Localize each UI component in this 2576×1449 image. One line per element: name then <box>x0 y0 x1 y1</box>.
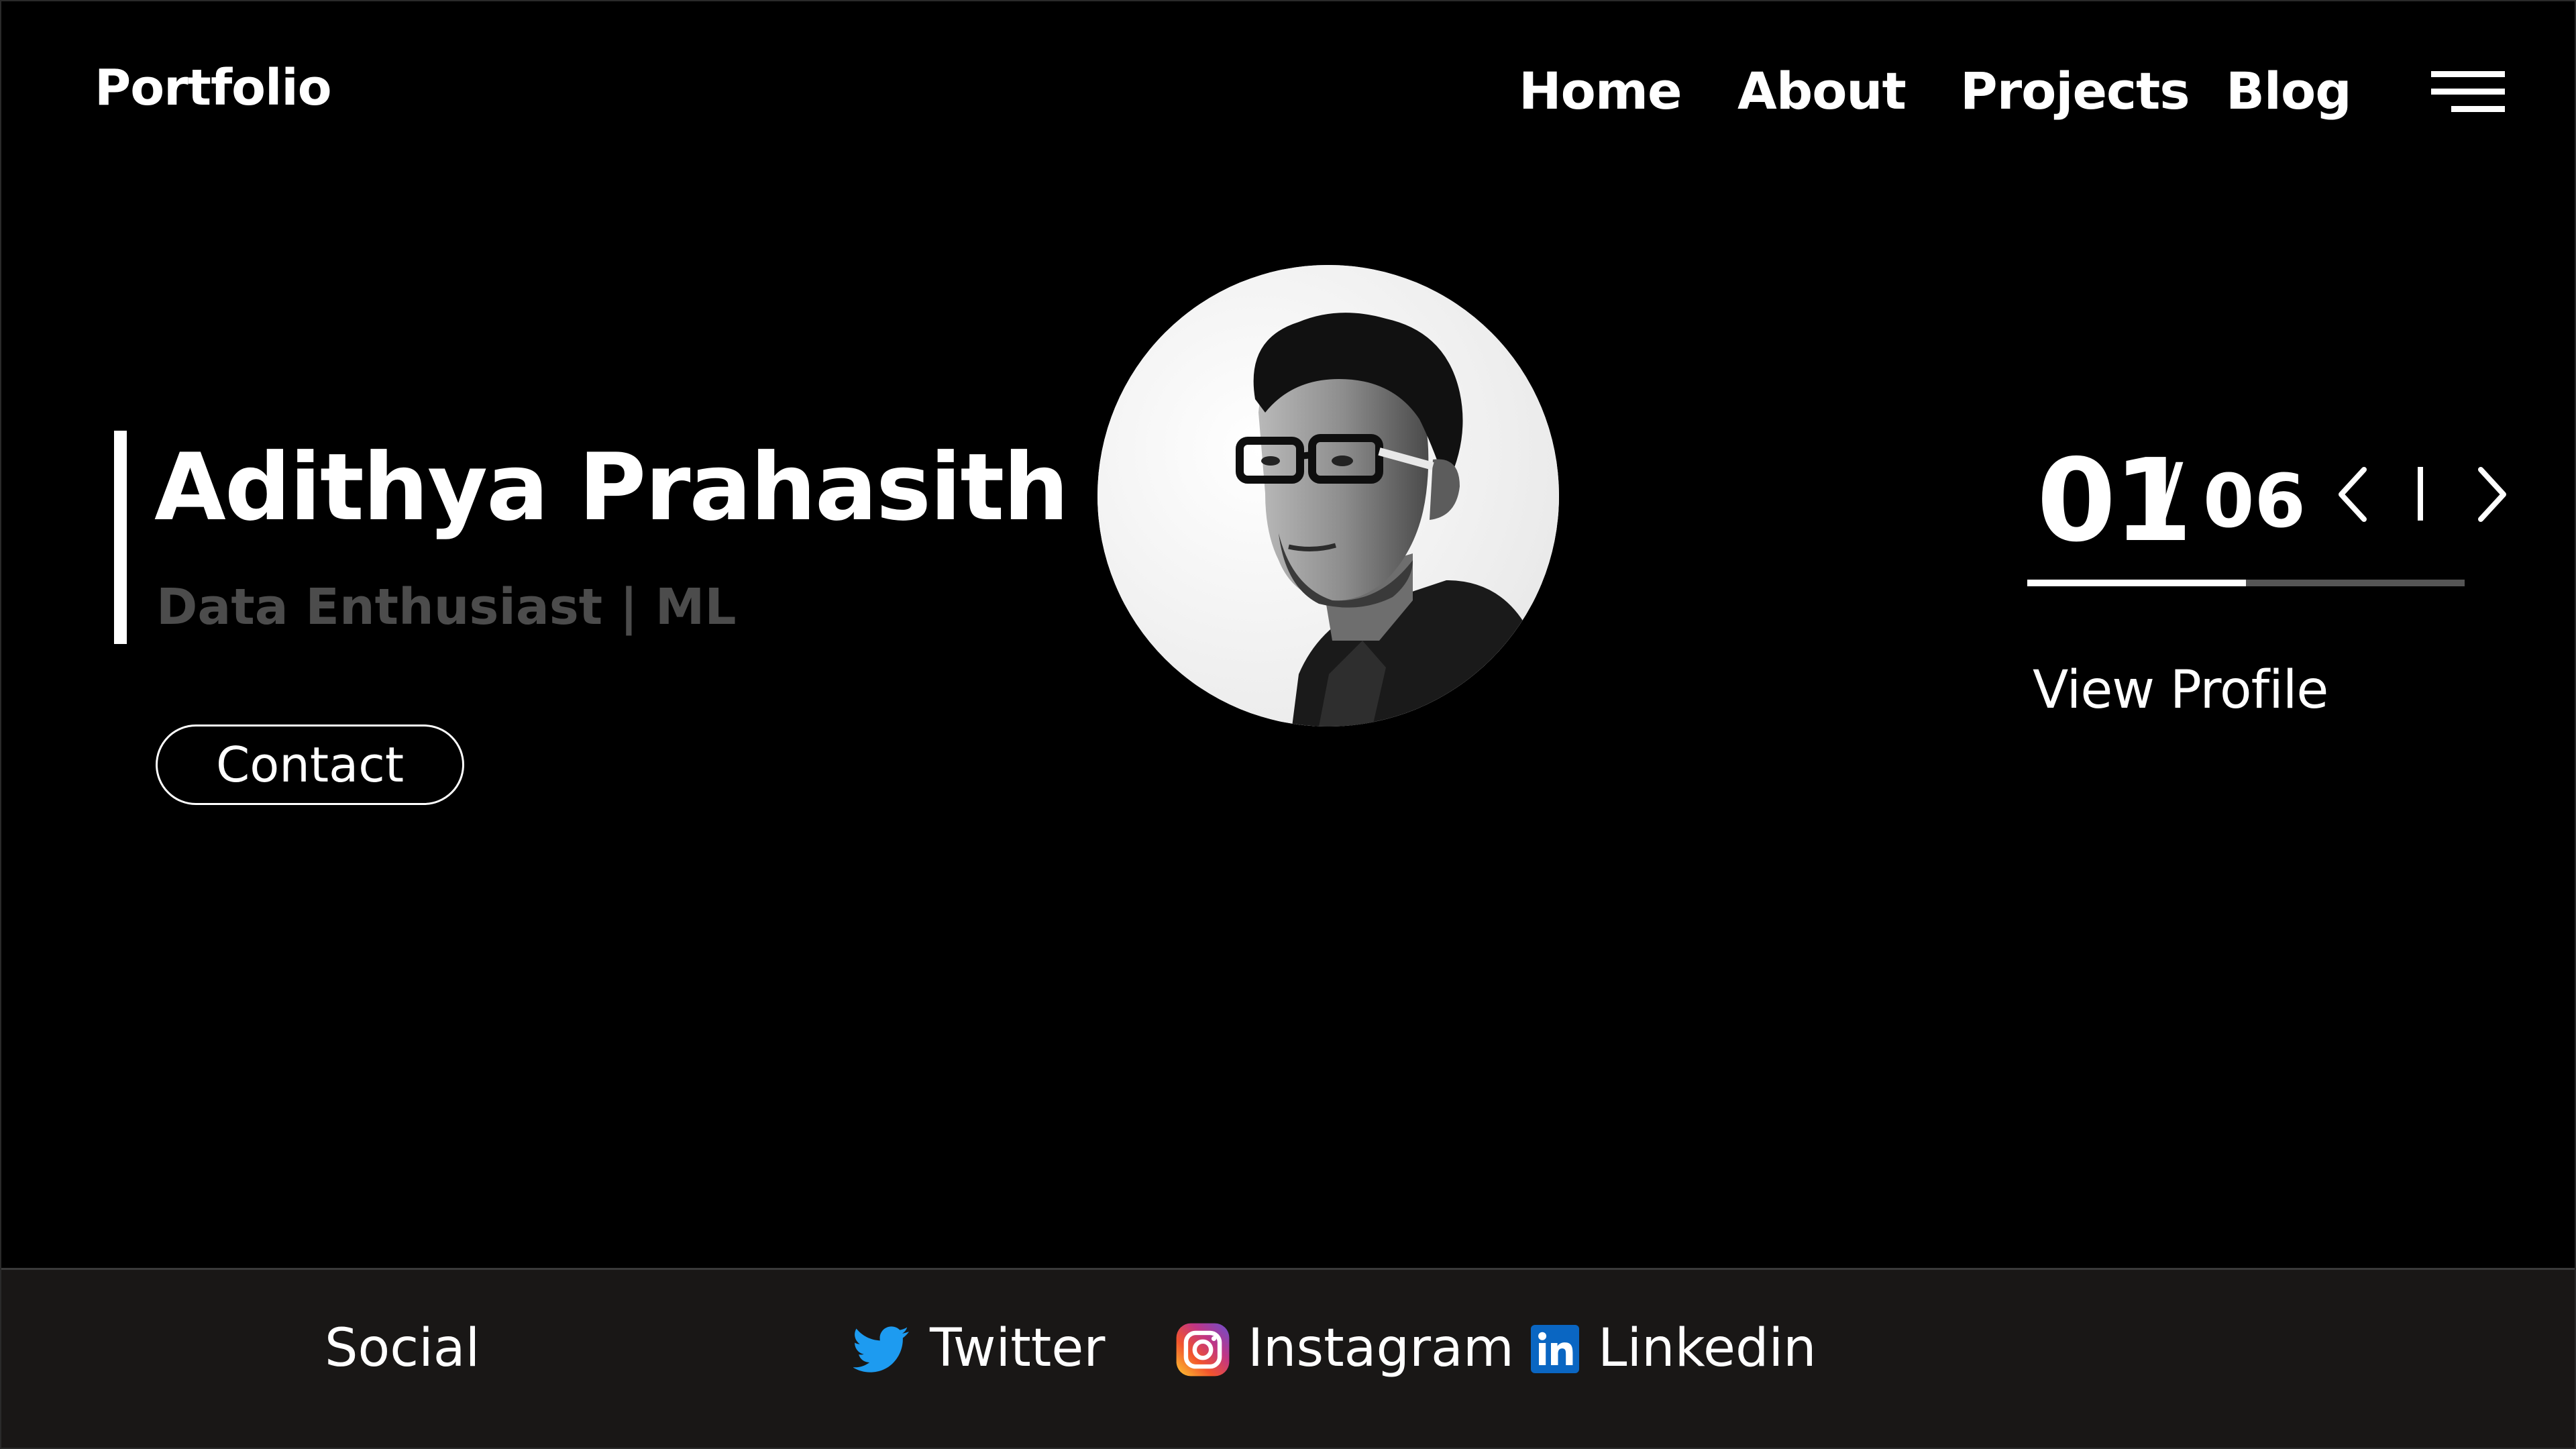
slide-total-number: 06 <box>2203 458 2306 544</box>
chevron-left-svg <box>2339 467 2367 522</box>
menu-line-3 <box>2451 106 2505 112</box>
linkedin-icon-svg <box>1531 1325 1579 1373</box>
nav-about-link[interactable]: About <box>1737 66 1907 117</box>
nav-projects-link[interactable]: Projects <box>1960 66 2190 117</box>
chevron-right-icon[interactable] <box>2471 464 2512 525</box>
chevron-right-svg <box>2478 467 2506 522</box>
instagram-icon <box>1174 1321 1232 1381</box>
slider-divider <box>2418 467 2423 521</box>
instagram-link[interactable]: Instagram <box>1174 1320 1514 1381</box>
social-label: Social <box>325 1318 480 1379</box>
twitter-icon-svg <box>852 1326 909 1373</box>
profile-photo-illustration <box>1097 265 1559 727</box>
linkedin-link[interactable]: Linkedin <box>1531 1320 1817 1380</box>
slide-progress-fill <box>2027 580 2246 586</box>
slide-progress-bar <box>2027 580 2465 586</box>
instagram-label: Instagram <box>1248 1318 1514 1379</box>
hero-subtitle: Data Enthusiast | ML <box>156 578 737 636</box>
nav-blog-link[interactable]: Blog <box>2226 66 2352 117</box>
menu-line-1 <box>2431 71 2505 77</box>
hero-accent-bar <box>114 431 127 644</box>
contact-button[interactable]: Contact <box>156 724 464 805</box>
nav-home-link[interactable]: Home <box>1519 66 1682 117</box>
view-profile-link[interactable]: View Profile <box>2033 664 2328 716</box>
footer-bar: Social Twitter Instagram Linkedin <box>1 1268 2575 1448</box>
linkedin-label: Linkedin <box>1598 1318 1817 1379</box>
twitter-link[interactable]: Twitter <box>852 1320 1105 1380</box>
hero-name: Adithya Prahasith <box>154 433 1069 541</box>
menu-line-2 <box>2431 89 2505 95</box>
portfolio-page: Portfolio Home About Projects Blog Adith… <box>0 0 2576 1449</box>
linkedin-icon <box>1531 1325 1579 1376</box>
profile-photo <box>1097 265 1559 727</box>
chevron-left-icon[interactable] <box>2333 464 2373 525</box>
instagram-icon-svg <box>1176 1323 1230 1377</box>
twitter-label: Twitter <box>930 1318 1106 1379</box>
brand-logo[interactable]: Portfolio <box>95 63 332 113</box>
hamburger-menu-icon[interactable] <box>2431 71 2505 113</box>
twitter-icon <box>852 1321 910 1380</box>
slide-separator: / <box>2153 445 2184 548</box>
